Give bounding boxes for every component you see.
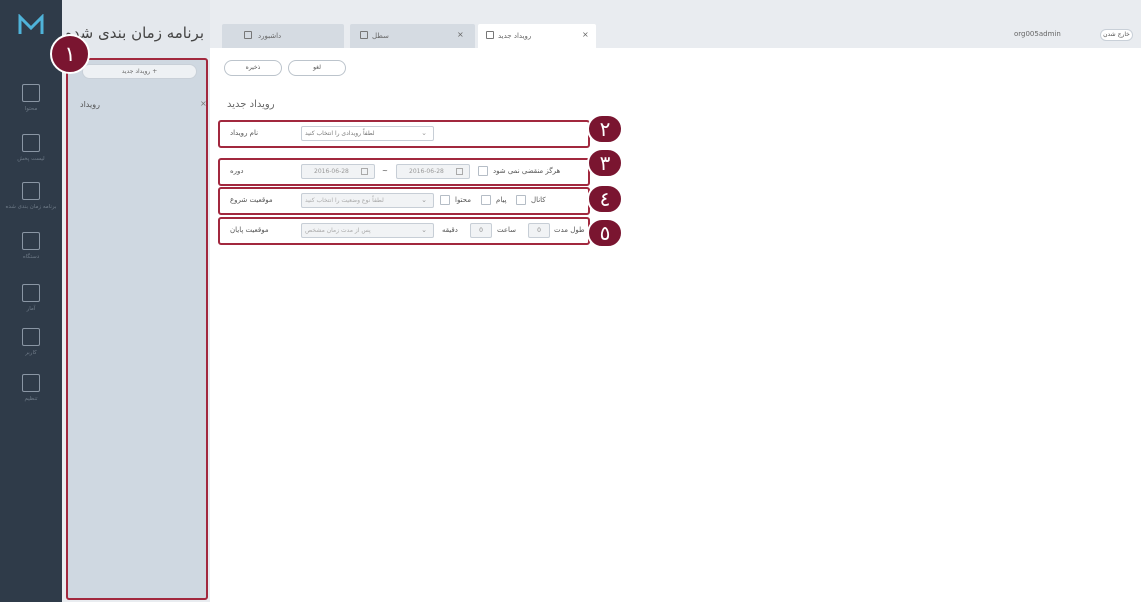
period-row: دوره 2016-06-28 ~ 2016-06-28 هرگز منقضی … [218,158,590,186]
event-sidebar: رویداد جدید + × رویداد [66,58,208,600]
period-label: دوره [230,167,244,175]
event-name-select[interactable]: لطفاً رویدادی را انتخاب کنید ⌄ [301,126,434,141]
hours-input[interactable]: 0 [470,223,492,238]
form-title: رویداد جدید [227,99,275,110]
chevron-down-icon: ⌄ [421,226,427,234]
select-placeholder: لطفاً نوع وضعیت را انتخاب کنید [305,197,384,204]
calendar-icon [361,168,368,175]
end-date-field[interactable]: 2016-06-28 [396,164,470,179]
rail-item-label: لیست پخش [17,156,45,162]
tab-label: داشبورد [258,32,282,40]
main-panel: ذخیره لغو رویداد جدید نام رویداد لطفاً ر… [210,48,1141,602]
callout-badge: ٣ [587,148,623,178]
calendar-icon [456,168,463,175]
logout-button[interactable]: خارج شدن [1100,29,1133,41]
monitor-icon [22,232,40,250]
rail-item-label: دستگاه [22,254,40,260]
start-position-row: موقعیت شروع لطفاً نوع وضعیت را انتخاب کن… [218,187,590,215]
close-icon[interactable]: × [582,30,589,39]
app-window: محتوا لیست پخش برنامه زمان بندی شده دستگ… [0,0,1141,602]
callout-badge: ٤ [587,184,623,214]
calendar-icon [486,31,494,39]
rail-item-device[interactable]: دستگاه [0,232,62,261]
close-icon[interactable]: × [200,99,207,108]
chevron-down-icon: ⌄ [421,129,427,137]
new-event-label: رویداد جدید [121,68,151,75]
tab-new-event[interactable]: رویداد جدید × [478,24,596,48]
rail-item-label: کاربر [25,350,37,356]
rail-item-label: تنظیم [24,396,38,402]
channel-checkbox[interactable] [516,195,526,205]
callout-badge: ١ [50,34,90,74]
minutes-input[interactable]: 0 [528,223,550,238]
close-icon[interactable]: × [457,30,464,39]
rail-item-label: برنامه زمان بندی شده [5,204,57,210]
grid-icon [22,84,40,102]
new-event-button[interactable]: رویداد جدید + [82,64,197,79]
dashboard-icon [244,31,252,39]
message-option-label: پیام [496,196,507,204]
date-separator: ~ [382,167,388,175]
never-expire-checkbox[interactable] [478,166,488,176]
tab-label: رویداد جدید [498,32,532,40]
callout-badge: ٥ [587,218,623,248]
start-date-field[interactable]: 2016-06-28 [301,164,375,179]
event-name-row: نام رویداد لطفاً رویدادی را انتخاب کنید … [218,120,590,148]
select-placeholder: لطفاً رویدادی را انتخاب کنید [305,130,375,137]
rail-item-label: آمار [26,306,36,312]
page-title: برنامه زمان بندی شده [64,24,204,42]
settings-icon [22,374,40,392]
rail-item-playlist[interactable]: لیست پخش [0,134,62,163]
save-button[interactable]: ذخیره [224,60,282,76]
content-checkbox[interactable] [440,195,450,205]
tab-label: سطل [372,32,389,40]
start-date-value: 2016-06-28 [314,168,349,175]
never-expire-label: هرگز منقضی نمی شود [493,167,561,175]
nav-rail: محتوا لیست پخش برنامه زمان بندی شده دستگ… [0,0,62,602]
chevron-down-icon: ⌄ [421,196,427,204]
calendar-icon [22,182,40,200]
callout-badge: ٢ [587,114,623,144]
start-position-select[interactable]: لطفاً نوع وضعیت را انتخاب کنید ⌄ [301,193,434,208]
user-icon [22,328,40,346]
message-checkbox[interactable] [481,195,491,205]
tab-dashboard[interactable]: داشبورد [222,24,344,48]
playlist-icon [22,134,40,152]
hours-unit-label: ساعت [497,226,517,234]
end-date-value: 2016-06-28 [409,168,444,175]
duration-label: طول مدت [554,226,585,234]
sidebar-item-event[interactable]: × رویداد [78,99,207,113]
select-placeholder: پس از مدت زمان مشخص [305,227,371,234]
content-option-label: محتوا [455,196,471,204]
rail-item-stats[interactable]: آمار [0,284,62,313]
end-position-select[interactable]: پس از مدت زمان مشخص ⌄ [301,223,434,238]
channel-option-label: کانال [531,196,546,204]
rail-item-content[interactable]: محتوا [0,84,62,113]
rail-item-user[interactable]: کاربر [0,328,62,357]
end-position-label: موقعیت پایان [230,226,269,234]
end-position-row: موقعیت پایان پس از مدت زمان مشخص ⌄ دقیقه… [218,217,590,245]
cancel-button[interactable]: لغو [288,60,346,76]
rail-item-label: محتوا [24,106,38,112]
chart-icon [22,284,40,302]
top-bar: داشبورد سطل × رویداد جدید × org005admin … [210,0,1141,48]
trash-icon [360,31,368,39]
start-position-label: موقعیت شروع [230,196,273,204]
event-name-label: نام رویداد [230,129,259,137]
plus-icon: + [152,68,158,75]
app-logo-icon[interactable] [18,14,44,36]
tab-trash[interactable]: سطل × [350,24,475,48]
minutes-unit-label: دقیقه [442,226,458,234]
user-name: org005admin [1014,30,1061,38]
sidebar-item-label: رویداد [80,100,100,109]
rail-item-settings[interactable]: تنظیم [0,374,62,403]
rail-item-schedule[interactable]: برنامه زمان بندی شده [0,182,62,211]
